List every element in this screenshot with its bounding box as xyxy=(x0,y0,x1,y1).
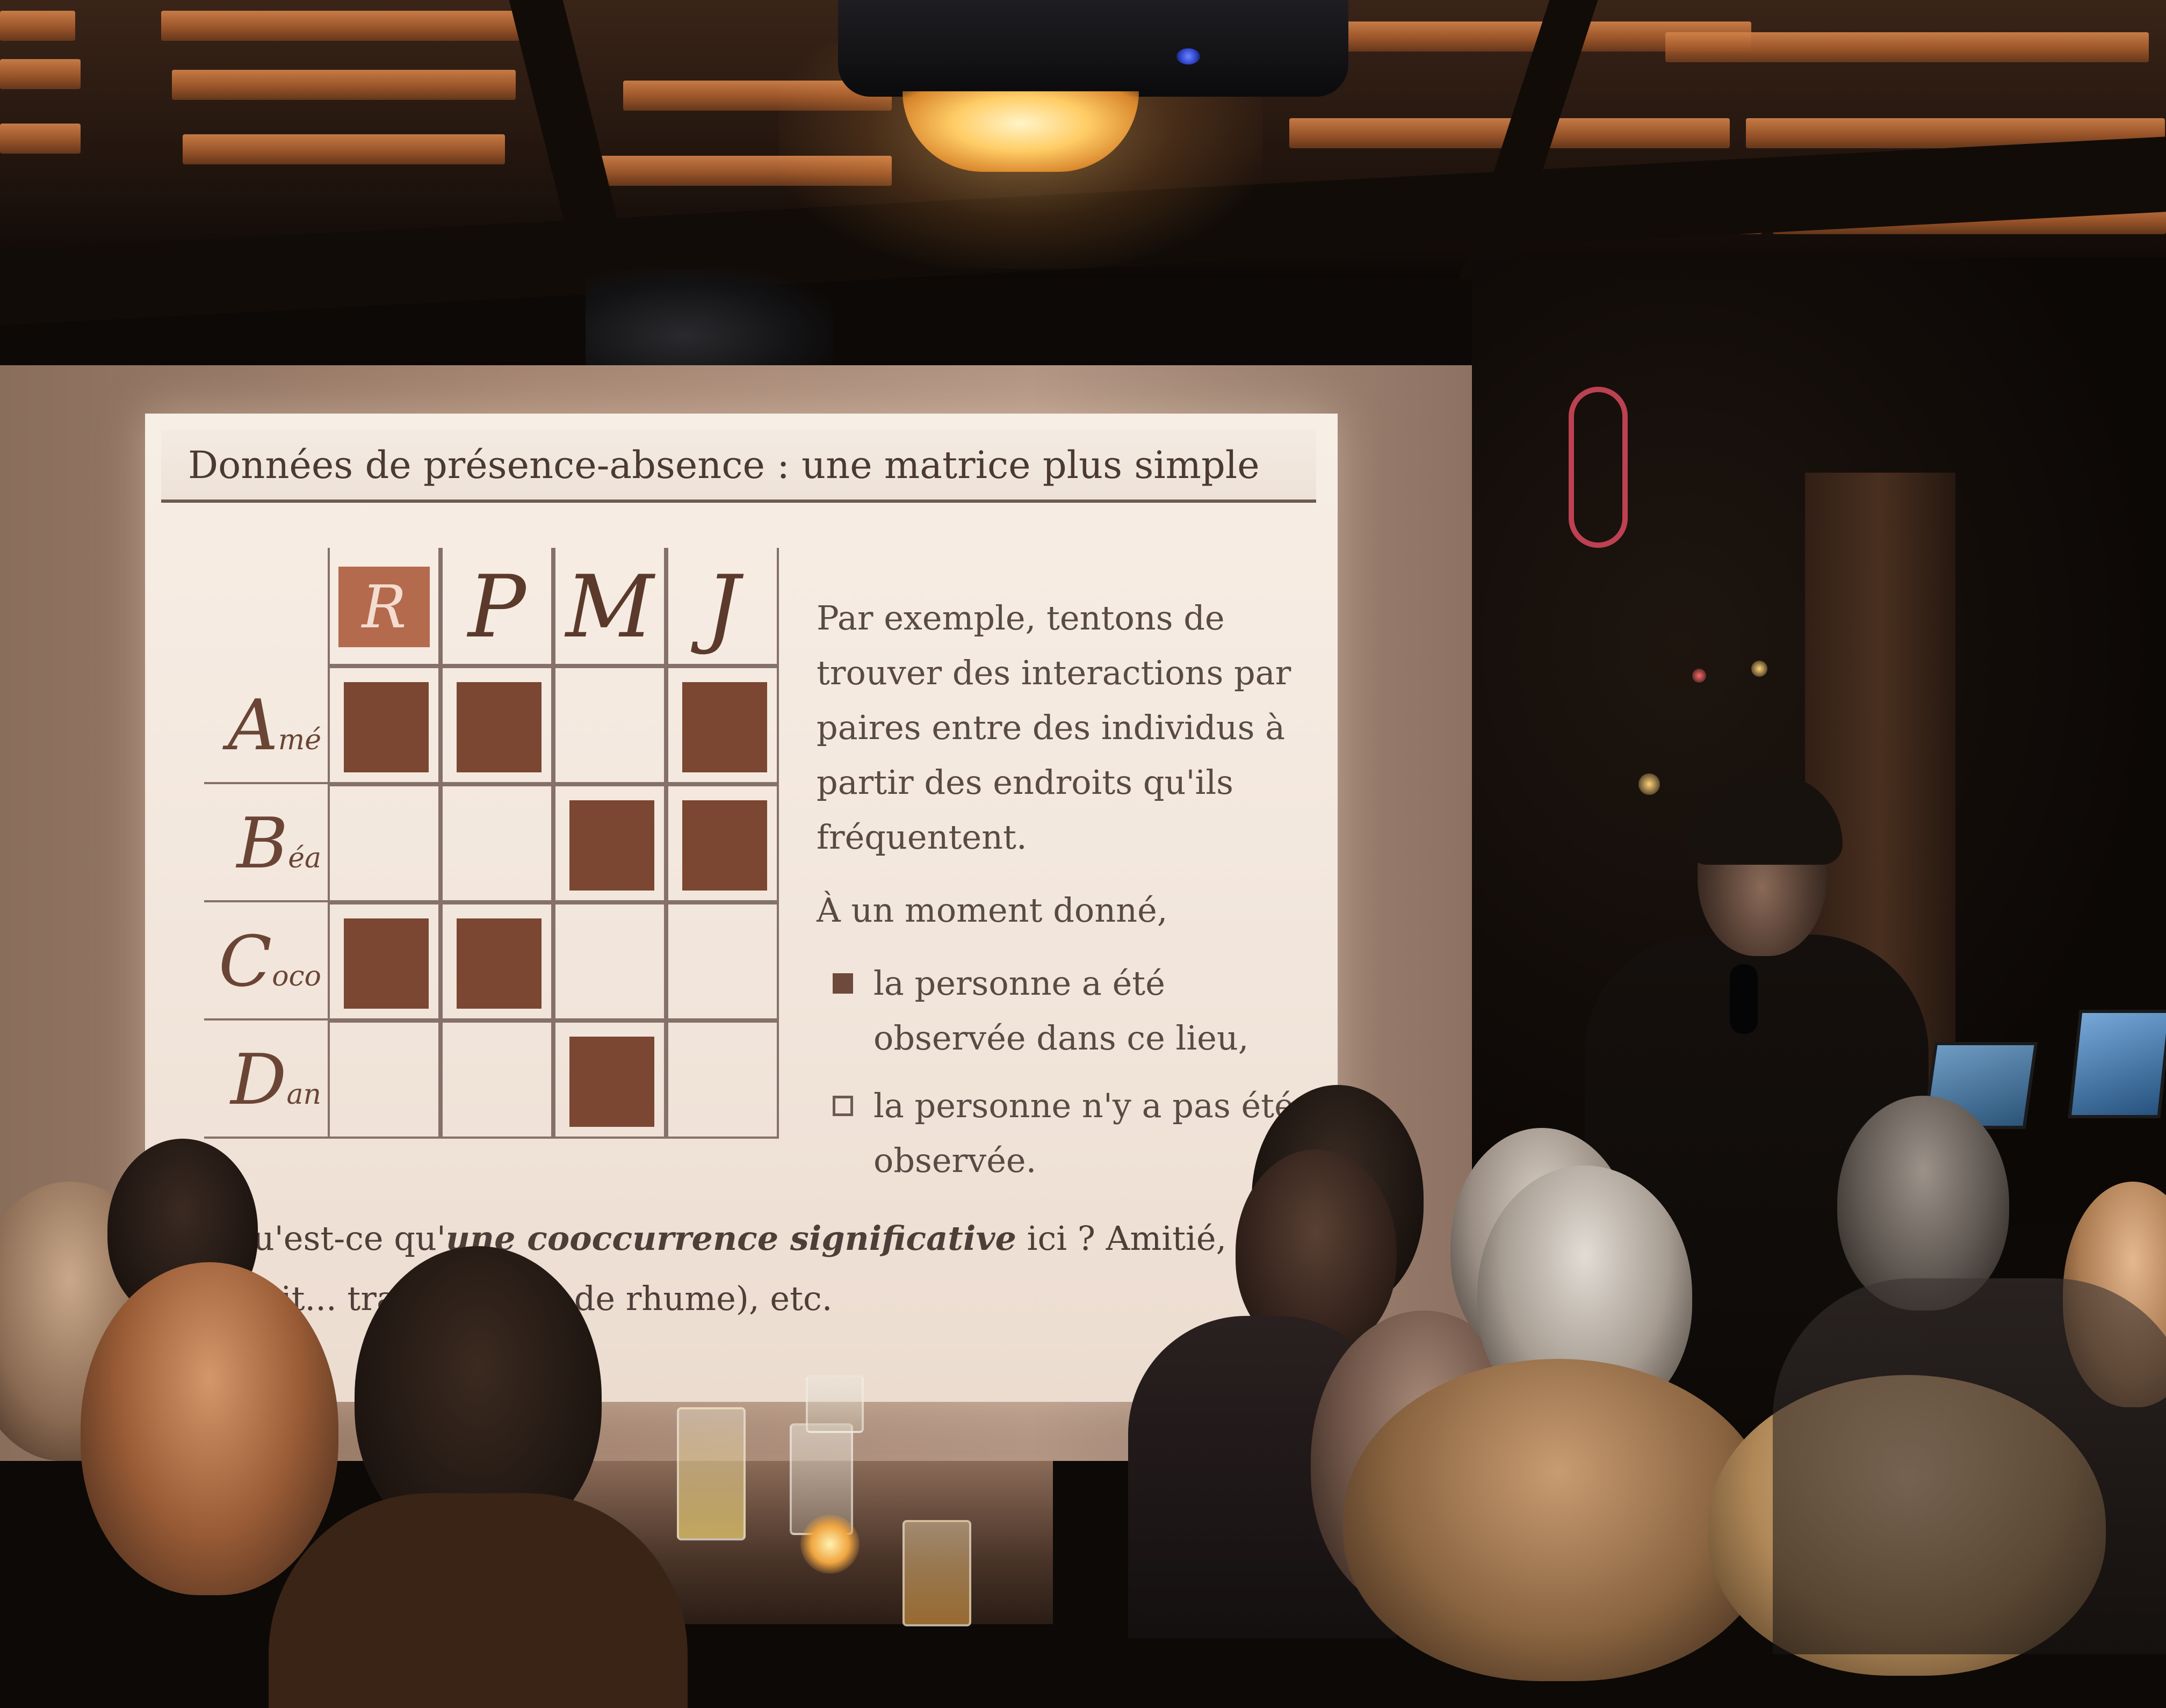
row-header-coco: Coco xyxy=(204,902,328,1021)
matrix-cell xyxy=(328,784,441,902)
filled-square-icon xyxy=(833,973,853,994)
question-prefix: Qu'est-ce qu' xyxy=(226,1219,446,1258)
ceiling-beam xyxy=(509,0,619,226)
matrix-cell xyxy=(441,666,553,784)
laptop-screen xyxy=(2068,1010,2166,1118)
audience-shoulders xyxy=(1773,1278,2166,1654)
matrix-cell xyxy=(441,1021,553,1139)
matrix-cell xyxy=(666,902,779,1021)
presence-mark xyxy=(344,918,429,1009)
microphone xyxy=(1730,964,1758,1034)
bokeh-light xyxy=(1692,669,1706,683)
matrix-cell xyxy=(328,902,441,1021)
row-rest: oco xyxy=(272,960,321,993)
matrix-cell xyxy=(553,666,666,784)
matrix-cell xyxy=(553,902,666,1021)
ceiling-pallet xyxy=(0,11,75,41)
row-initial: A xyxy=(228,684,278,766)
legend-present-text: la personne a été observée dans ce lieu, xyxy=(873,964,1249,1058)
row-rest: an xyxy=(286,1079,322,1111)
row-rest: mé xyxy=(278,724,321,756)
header-cell xyxy=(553,548,666,666)
row-initial: D xyxy=(230,1039,287,1120)
matrix-cell xyxy=(441,784,553,902)
row-initial: B xyxy=(236,802,288,884)
presence-mark xyxy=(569,1037,654,1127)
projector-led xyxy=(1176,48,1200,64)
candle xyxy=(800,1515,860,1574)
header-cell xyxy=(328,548,441,666)
matrix-cell xyxy=(328,1021,441,1139)
header-cell xyxy=(441,548,553,666)
slide: Données de présence-absence : une matric… xyxy=(145,414,1338,1402)
matrix-cell xyxy=(553,1021,666,1139)
matrix-cell xyxy=(666,666,779,784)
slide-explanation: Par exemple, tentons de trouver des inte… xyxy=(817,591,1311,1201)
wine-glass xyxy=(677,1407,746,1540)
water-glass xyxy=(806,1375,864,1433)
beer-glass xyxy=(902,1520,971,1626)
ceiling-pallet xyxy=(0,124,81,154)
ceiling-pallet xyxy=(172,70,516,100)
presence-mark xyxy=(457,682,542,772)
legend-absent: la personne n'y a pas été observée. xyxy=(817,1079,1311,1188)
legend-absent-text: la personne n'y a pas été observée. xyxy=(873,1086,1294,1180)
empty-square-icon xyxy=(833,1096,853,1116)
bokeh-light xyxy=(1638,773,1660,795)
audience-head xyxy=(81,1262,338,1595)
row-header-bea: Béa xyxy=(204,784,328,902)
bokeh-light xyxy=(1751,661,1767,677)
red-rope xyxy=(1569,387,1628,548)
matrix-cell xyxy=(666,1021,779,1139)
row-initial: C xyxy=(218,921,272,1002)
matrix-cell xyxy=(666,784,779,902)
presence-mark xyxy=(344,682,429,772)
projector xyxy=(838,0,1348,97)
row-header-dan: Dan xyxy=(204,1021,328,1139)
header-cell xyxy=(666,548,779,666)
matrix-cell xyxy=(441,902,553,1021)
ceiling-pallet xyxy=(0,59,81,89)
intro-text: Par exemple, tentons de trouver des inte… xyxy=(817,598,1291,857)
question-emphasis: une cooccurrence significative xyxy=(445,1219,1016,1258)
matrix-cell xyxy=(553,784,666,902)
ceiling-pallet xyxy=(1665,32,2149,62)
legend-present: la personne a été observée dans ce lieu, xyxy=(817,956,1311,1066)
ceiling-pallet xyxy=(161,11,537,41)
presence-mark xyxy=(569,800,654,891)
question-suffix: ici ? Amitié, xyxy=(1016,1219,1227,1258)
presence-mark xyxy=(682,682,767,772)
question-line-1: Qu'est-ce qu'une cooccurrence significat… xyxy=(226,1208,1246,1269)
ceiling-pallet xyxy=(183,134,505,164)
presence-mark xyxy=(682,800,767,891)
row-header-ame: Amé xyxy=(204,666,328,784)
moment-text: À un moment donné, xyxy=(817,891,1168,930)
matrix-cell xyxy=(328,666,441,784)
row-rest: éa xyxy=(288,842,321,874)
slide-title: Données de présence-absence : une matric… xyxy=(188,443,1260,487)
presence-mark xyxy=(457,918,542,1009)
